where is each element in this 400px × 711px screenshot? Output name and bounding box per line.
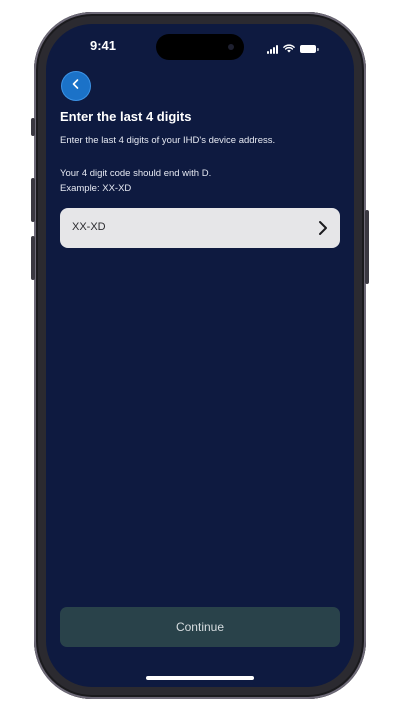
device-code-field[interactable]: XX-XD xyxy=(60,208,340,248)
cellular-signal-icon xyxy=(267,44,278,54)
continue-button[interactable]: Continue xyxy=(60,607,340,647)
chevron-left-icon xyxy=(70,77,82,95)
battery-icon xyxy=(300,45,319,53)
camera-dot xyxy=(228,44,234,50)
app-screen: 9:41 Enter the last 4 digits Enter the l… xyxy=(46,24,354,687)
dynamic-island xyxy=(156,34,244,60)
status-time: 9:41 xyxy=(90,38,117,53)
device-code-value: XX-XD xyxy=(72,221,106,233)
action-button xyxy=(31,118,35,136)
volume-down-button xyxy=(31,236,35,280)
page-subtitle: Enter the last 4 digits of your IHD's de… xyxy=(60,135,276,146)
continue-button-label: Continue xyxy=(175,620,225,634)
chevron-right-icon xyxy=(316,220,330,241)
wifi-icon xyxy=(283,40,295,58)
status-icons xyxy=(267,40,319,58)
home-indicator[interactable] xyxy=(146,676,254,680)
hint-line-2: Example: XX-XD xyxy=(60,183,132,194)
hint-text: Your 4 digit code should end with D. Exa… xyxy=(60,166,211,196)
page-title: Enter the last 4 digits xyxy=(60,109,192,124)
status-bar: 9:41 xyxy=(46,24,354,68)
hint-line-1: Your 4 digit code should end with D. xyxy=(60,168,212,179)
back-button[interactable] xyxy=(62,72,90,100)
volume-up-button xyxy=(31,178,35,222)
power-button xyxy=(365,210,369,284)
